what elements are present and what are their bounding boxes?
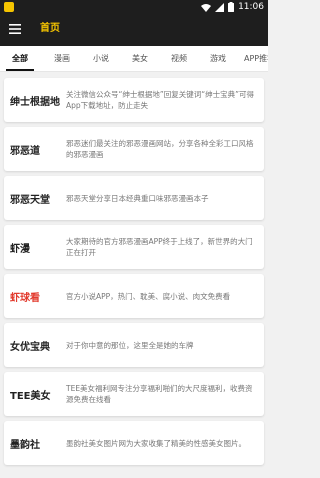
tab-beauties[interactable]: 美女 (122, 46, 158, 71)
list-item[interactable]: 虾球看 官方小说APP，热门、耽美、腐小说、肉文免费看 (4, 274, 264, 318)
item-description: 大家期待的官方邪恶漫画APP终于上线了，新世界的大门正在打开 (66, 237, 253, 257)
active-tab-indicator (6, 69, 34, 71)
item-name: 邪恶天堂 (10, 194, 50, 206)
item-name: TEE美女 (10, 390, 51, 402)
item-name: 虾漫 (10, 243, 30, 255)
item-description: 官方小说APP，热门、耽美、腐小说、肉文免费看 (66, 291, 231, 301)
category-tab-bar: 全部 漫画 小说 美女 视频 游戏 APP推荐 (0, 46, 268, 72)
cellular-signal-icon (215, 2, 225, 12)
list-item[interactable]: 虾漫 大家期待的官方邪恶漫画APP终于上线了，新世界的大门正在打开 (4, 225, 264, 269)
item-description: 邪恶迷们最关注的邪恶漫画网站，分享各种全彩工口风格的邪恶漫画 (66, 139, 254, 159)
list-item[interactable]: 墨韵社 墨韵社美女图片网为大家收集了精美的性感美女图片。 (4, 421, 264, 465)
app-bar: 首页 (0, 14, 268, 46)
tab-novels[interactable]: 小说 (83, 46, 119, 71)
item-description: 对于你中意的那位，这里全是她的车牌 (66, 340, 194, 350)
status-time: 11:06 (238, 2, 264, 12)
item-description: 关注微信公众号“绅士根据地”回复关键词“绅士宝典”可得App下载地址，防止走失 (66, 90, 255, 110)
battery-icon (228, 2, 235, 12)
list-item[interactable]: 邪恶道 邪恶迷们最关注的邪恶漫画网站，分享各种全彩工口风格的邪恶漫画 (4, 127, 264, 171)
page-title: 首页 (40, 23, 60, 34)
list-item[interactable]: 邪恶天堂 邪恶天堂分享日本经典重口味邪恶漫画本子 (4, 176, 264, 220)
list-item[interactable]: TEE美女 TEE美女福利网专注分享福利啪们的大尺度福利，收费资源免费在线看 (4, 372, 264, 416)
tab-games[interactable]: 游戏 (200, 46, 236, 71)
tab-app-recommend[interactable]: APP推荐 (244, 46, 268, 71)
item-name: 邪恶道 (10, 145, 40, 157)
list-item[interactable]: 女优宝典 对于你中意的那位，这里全是她的车牌 (4, 323, 264, 367)
menu-icon[interactable] (8, 22, 22, 36)
item-description: 邪恶天堂分享日本经典重口味邪恶漫画本子 (66, 193, 209, 203)
item-name: 绅士根据地 (10, 96, 60, 108)
item-name: 虾球看 (10, 292, 40, 304)
item-name: 墨韵社 (10, 439, 40, 451)
status-icons: 11:06 (201, 1, 264, 13)
wifi-icon (201, 3, 212, 12)
list-item[interactable]: 绅士根据地 关注微信公众号“绅士根据地”回复关键词“绅士宝典”可得App下载地址… (4, 78, 264, 122)
item-name: 女优宝典 (10, 341, 50, 353)
status-bar: 11:06 (0, 0, 268, 14)
item-description: 墨韵社美女图片网为大家收集了精美的性感美女图片。 (66, 438, 246, 448)
tab-comics[interactable]: 漫画 (44, 46, 80, 71)
tab-videos[interactable]: 视频 (161, 46, 197, 71)
app-notification-icon (4, 2, 14, 12)
item-description: TEE美女福利网专注分享福利啪们的大尺度福利，收费资源免费在线看 (66, 384, 253, 404)
